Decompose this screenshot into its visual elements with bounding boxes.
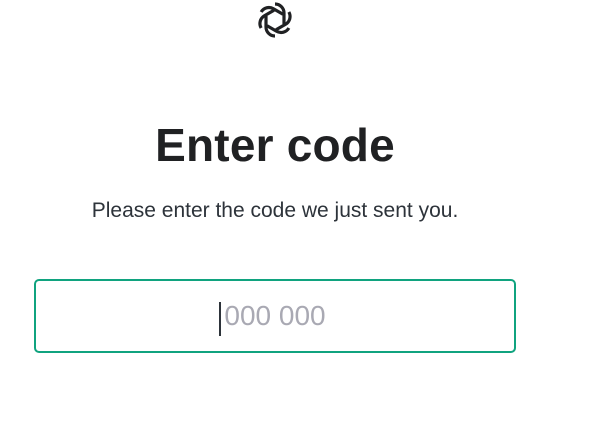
verification-code-input[interactable] bbox=[36, 281, 514, 351]
page-subtitle: Please enter the code we just sent you. bbox=[91, 199, 459, 222]
page-title: Enter code bbox=[155, 119, 395, 171]
openai-logo-icon bbox=[250, 0, 300, 44]
code-field[interactable] bbox=[34, 279, 516, 353]
text-caret bbox=[219, 302, 221, 336]
openai-logo-svg bbox=[258, 2, 292, 38]
verification-page: Enter code Please enter the code we just… bbox=[0, 0, 591, 429]
